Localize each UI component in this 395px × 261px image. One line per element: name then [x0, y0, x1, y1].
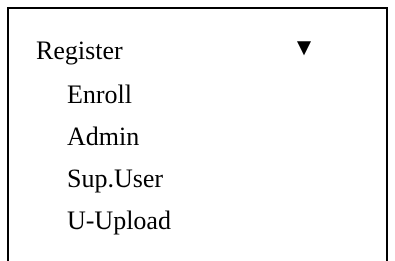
- menu-list: Enroll Admin Sup.User U-Upload: [67, 74, 171, 242]
- menu-item-sup-user[interactable]: Sup.User: [67, 158, 171, 200]
- device-screen: Register ▼ Enroll Admin Sup.User U-Uploa…: [7, 7, 388, 261]
- triangle-down-icon[interactable]: ▼: [292, 33, 316, 61]
- menu-item-admin[interactable]: Admin: [67, 116, 171, 158]
- menu-title: Register: [36, 36, 123, 65]
- menu-item-enroll[interactable]: Enroll: [67, 74, 171, 116]
- menu-item-u-upload[interactable]: U-Upload: [67, 200, 171, 242]
